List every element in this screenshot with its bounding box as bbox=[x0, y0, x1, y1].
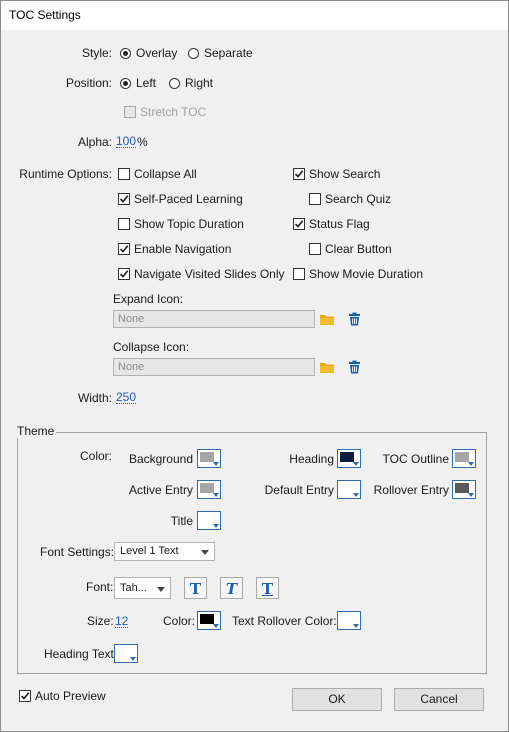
bold-icon: T bbox=[189, 580, 202, 598]
position-right-radio[interactable] bbox=[169, 78, 180, 89]
toc-outline-color-swatch[interactable] bbox=[452, 449, 476, 468]
trash-icon[interactable] bbox=[348, 360, 361, 374]
rollover-entry-color-label: Rollover Entry bbox=[373, 483, 449, 497]
auto-preview-label[interactable]: Auto Preview bbox=[35, 689, 106, 703]
active-entry-color-label: Active Entry bbox=[128, 483, 193, 497]
runtime-option-label[interactable]: Collapse All bbox=[134, 167, 197, 181]
heading-color-swatch[interactable] bbox=[337, 449, 361, 468]
text-color-label: Color: bbox=[163, 614, 196, 628]
text-rollover-color-swatch[interactable] bbox=[337, 611, 361, 630]
style-overlay-radio[interactable] bbox=[120, 48, 131, 59]
style-label: Style: bbox=[81, 46, 112, 60]
background-color-swatch[interactable] bbox=[197, 449, 221, 468]
alpha-value[interactable]: 100 bbox=[116, 135, 137, 148]
runtime-option-label[interactable]: Enable Navigation bbox=[134, 242, 231, 256]
collapse-icon-field[interactable]: None bbox=[113, 358, 315, 376]
text-rollover-color-label: Text Rollover Color: bbox=[232, 614, 337, 628]
auto-preview-checkbox[interactable] bbox=[19, 690, 31, 702]
position-left-label[interactable]: Left bbox=[136, 76, 156, 90]
style-separate-radio[interactable] bbox=[188, 48, 199, 59]
heading-color-label: Heading bbox=[289, 452, 334, 466]
text-color-swatch[interactable] bbox=[197, 611, 221, 630]
size-label: Size: bbox=[87, 614, 114, 628]
expand-icon-field[interactable]: None bbox=[113, 310, 315, 328]
position-right-label[interactable]: Right bbox=[185, 76, 213, 90]
background-color-label: Background bbox=[128, 452, 193, 466]
position-label: Position: bbox=[65, 76, 112, 90]
style-overlay-label[interactable]: Overlay bbox=[136, 46, 177, 60]
underline-button[interactable]: T bbox=[256, 577, 279, 599]
default-entry-color-swatch[interactable] bbox=[337, 480, 361, 499]
active-entry-color-swatch[interactable] bbox=[197, 480, 221, 499]
expand-icon-label: Expand Icon: bbox=[113, 292, 184, 306]
font-select[interactable]: Tah... bbox=[114, 577, 171, 599]
title-bar: TOC Settings bbox=[0, 0, 509, 30]
heading-text-color-swatch[interactable] bbox=[114, 644, 138, 663]
theme-legend: Theme bbox=[15, 424, 57, 438]
window-title: TOC Settings bbox=[9, 8, 81, 22]
alpha-label: Alpha: bbox=[77, 135, 112, 149]
alpha-unit: % bbox=[137, 135, 148, 149]
runtime-checkbox[interactable] bbox=[309, 193, 321, 205]
underline-icon: T bbox=[261, 580, 274, 598]
title-color-swatch[interactable] bbox=[197, 511, 221, 530]
runtime-option-label[interactable]: Search Quiz bbox=[325, 192, 391, 206]
rollover-entry-color-swatch[interactable] bbox=[452, 480, 476, 499]
stretch-toc-label: Stretch TOC bbox=[140, 105, 207, 119]
italic-button[interactable]: T bbox=[220, 577, 243, 599]
runtime-checkbox[interactable] bbox=[293, 168, 305, 180]
font-settings-value: Level 1 Text bbox=[120, 545, 179, 557]
stretch-toc-checkbox[interactable] bbox=[124, 106, 136, 118]
toc-outline-color-label: TOC Outline bbox=[382, 452, 449, 466]
runtime-options-label: Runtime Options: bbox=[19, 167, 112, 181]
font-settings-label: Font Settings: bbox=[40, 545, 115, 559]
chevron-down-icon bbox=[157, 587, 165, 592]
italic-icon: T bbox=[225, 580, 238, 598]
runtime-option-label[interactable]: Show Movie Duration bbox=[309, 267, 423, 281]
width-value[interactable]: 250 bbox=[116, 391, 137, 404]
ok-button[interactable]: OK bbox=[292, 688, 382, 711]
runtime-checkbox[interactable] bbox=[118, 218, 130, 230]
collapse-icon-label: Collapse Icon: bbox=[113, 340, 190, 354]
runtime-checkbox[interactable] bbox=[309, 243, 321, 255]
folder-icon[interactable] bbox=[320, 312, 334, 326]
title-color-label: Title bbox=[170, 514, 193, 528]
position-left-radio[interactable] bbox=[120, 78, 131, 89]
heading-text-label: Heading Text bbox=[44, 647, 114, 661]
runtime-option-label[interactable]: Self-Paced Learning bbox=[134, 192, 243, 206]
theme-color-label: Color: bbox=[80, 449, 113, 463]
chevron-down-icon bbox=[201, 550, 209, 555]
runtime-checkbox[interactable] bbox=[118, 243, 130, 255]
folder-icon[interactable] bbox=[320, 360, 334, 374]
font-label: Font: bbox=[86, 580, 114, 594]
runtime-checkbox[interactable] bbox=[118, 168, 130, 180]
font-settings-select[interactable]: Level 1 Text bbox=[114, 542, 215, 561]
font-value: Tah... bbox=[120, 582, 147, 594]
runtime-option-label[interactable]: Status Flag bbox=[309, 217, 370, 231]
runtime-checkbox[interactable] bbox=[293, 268, 305, 280]
bold-button[interactable]: T bbox=[184, 577, 207, 599]
runtime-checkbox[interactable] bbox=[118, 268, 130, 280]
runtime-option-label[interactable]: Navigate Visited Slides Only bbox=[134, 267, 285, 281]
runtime-option-label[interactable]: Clear Button bbox=[325, 242, 392, 256]
runtime-checkbox[interactable] bbox=[118, 193, 130, 205]
default-entry-color-label: Default Entry bbox=[264, 483, 334, 497]
width-label: Width: bbox=[77, 391, 112, 405]
size-value[interactable]: 12 bbox=[115, 615, 129, 628]
style-separate-label[interactable]: Separate bbox=[204, 46, 253, 60]
runtime-option-label[interactable]: Show Topic Duration bbox=[134, 217, 244, 231]
runtime-option-label[interactable]: Show Search bbox=[309, 167, 380, 181]
trash-icon[interactable] bbox=[348, 312, 361, 326]
runtime-checkbox[interactable] bbox=[293, 218, 305, 230]
cancel-button[interactable]: Cancel bbox=[394, 688, 484, 711]
